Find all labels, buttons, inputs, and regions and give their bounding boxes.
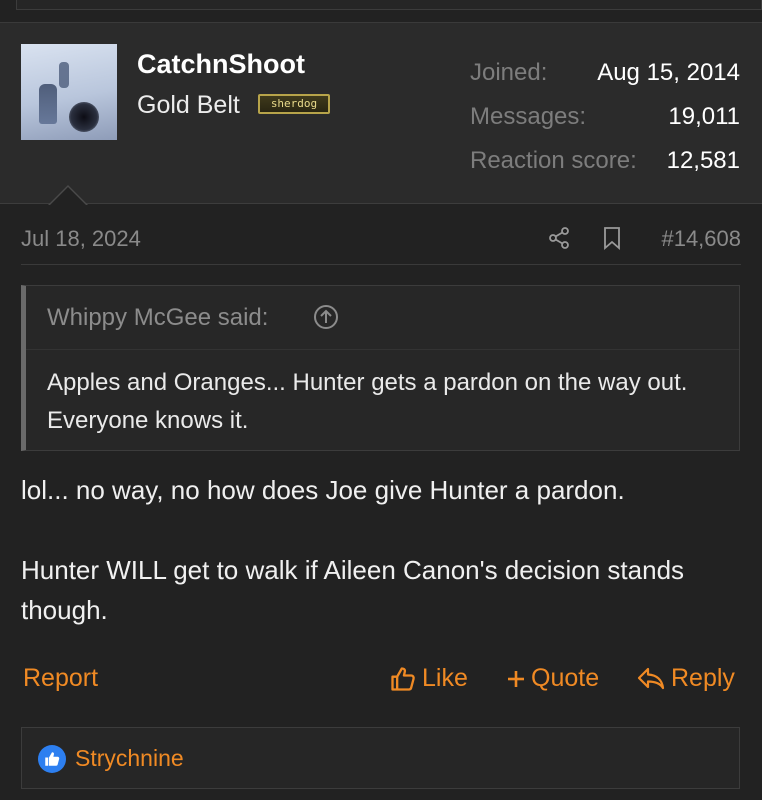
quote-button[interactable]: Quote <box>506 664 599 693</box>
user-title: Gold Belt <box>137 91 240 119</box>
user-banner-badge: sherdog <box>258 94 330 114</box>
post-actions: Report Like Quote Reply <box>21 660 741 704</box>
post-meta-bar: Jul 18, 2024 #14,608 <box>21 220 741 265</box>
reaction-user-link[interactable]: Strychnine <box>75 745 184 772</box>
plus-icon <box>508 670 524 687</box>
reply-label: Reply <box>671 664 735 692</box>
quote-label: Quote <box>531 664 600 692</box>
reply-arrow-icon <box>637 667 665 689</box>
quote-text: Apples and Oranges... Hunter gets a pard… <box>47 369 688 434</box>
post-message: lol... no way, no how does Joe give Hunt… <box>21 470 741 630</box>
quote-block: Whippy McGee said: Apples and Oranges...… <box>21 285 740 451</box>
message-paragraph: lol... no way, no how does Joe give Hunt… <box>21 475 625 505</box>
post-number-link[interactable]: #14,608 <box>661 226 741 252</box>
stat-messages: Messages: 19,011 <box>470 99 740 143</box>
post-date-link[interactable]: Jul 18, 2024 <box>21 226 141 252</box>
quote-author: Whippy McGee said: <box>47 304 269 331</box>
jump-to-quote-icon[interactable] <box>313 304 339 330</box>
like-label: Like <box>422 664 468 692</box>
stat-label: Joined: <box>470 59 548 86</box>
report-button[interactable]: Report <box>23 664 98 693</box>
share-icon[interactable] <box>547 226 571 250</box>
like-reaction-icon <box>38 745 66 773</box>
user-stats: Joined: Aug 15, 2014 Messages: 19,011 Re… <box>470 55 740 187</box>
reply-button[interactable]: Reply <box>636 664 735 693</box>
thumbs-up-icon <box>391 666 415 691</box>
user-info-panel: CatchnShoot Gold Belt sherdog Joined: Au… <box>0 22 762 205</box>
stat-value: 12,581 <box>666 147 740 174</box>
previous-post-edge <box>0 0 762 22</box>
quote-header: Whippy McGee said: <box>26 286 739 350</box>
stat-reaction-score: Reaction score: 12,581 <box>470 143 740 187</box>
stat-value: 19,011 <box>668 103 740 130</box>
reactions-bar: Strychnine <box>21 727 740 789</box>
like-button[interactable]: Like <box>389 664 468 693</box>
user-avatar[interactable] <box>21 44 117 140</box>
stat-label: Messages: <box>470 103 587 130</box>
message-paragraph: Hunter WILL get to walk if Aileen Canon'… <box>21 555 685 625</box>
bookmark-icon[interactable] <box>601 226 623 250</box>
stat-value: Aug 15, 2014 <box>597 59 740 86</box>
username-link[interactable]: CatchnShoot <box>137 49 305 80</box>
stat-label: Reaction score: <box>470 147 637 174</box>
stat-joined: Joined: Aug 15, 2014 <box>470 55 740 99</box>
